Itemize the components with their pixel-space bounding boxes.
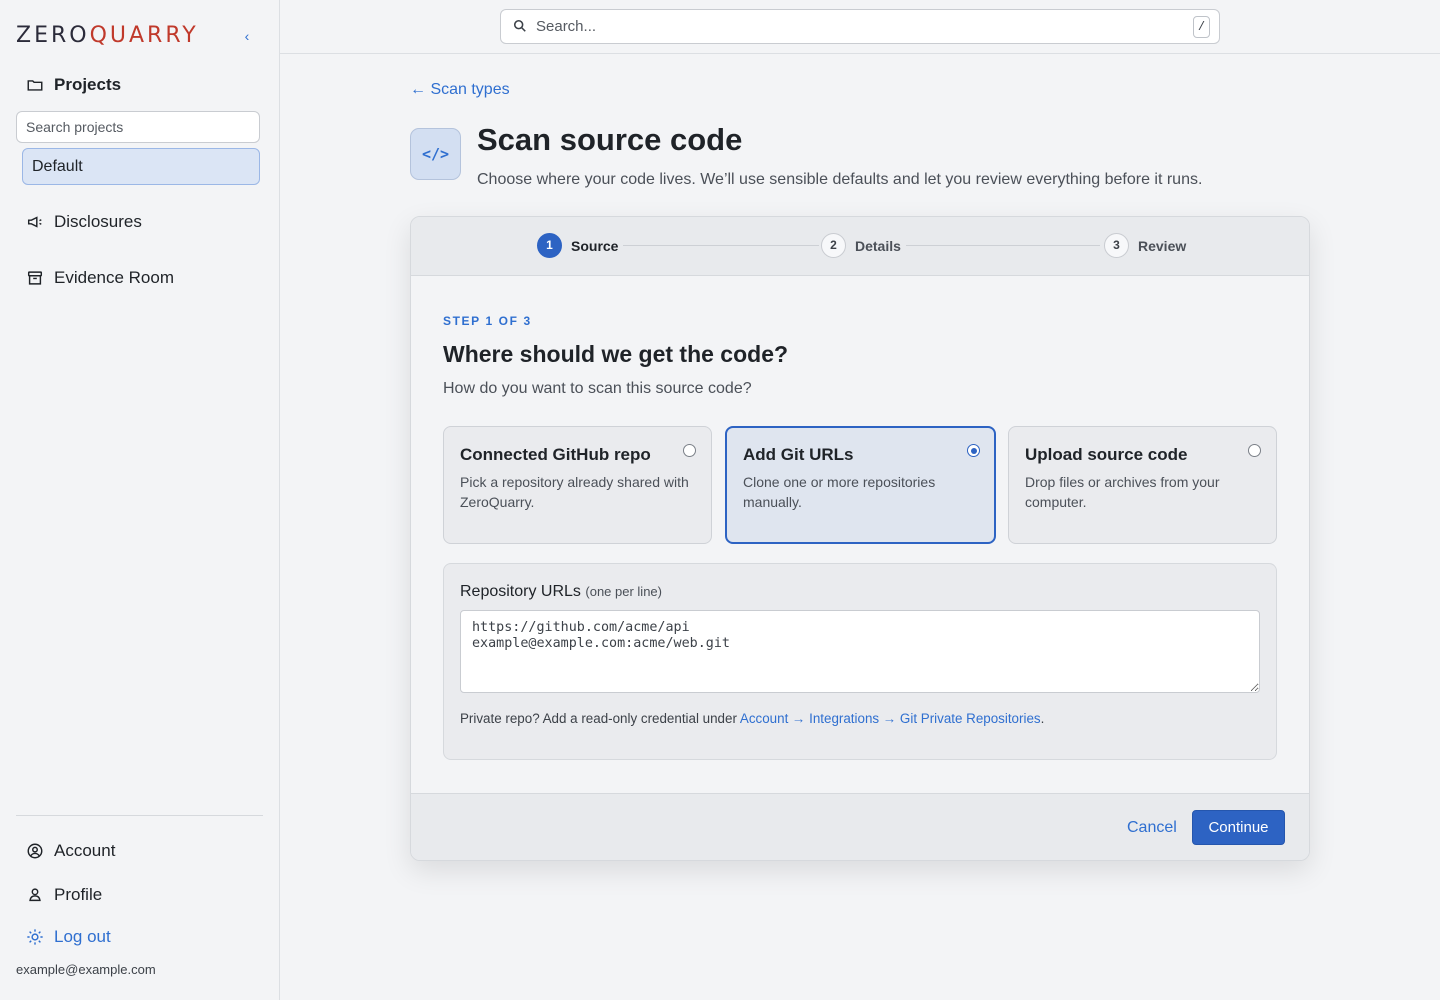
option-connected-github-repo[interactable]: Connected GitHub repo Pick a repository … [443,426,712,544]
sidebar-item-account[interactable]: Account [26,841,115,861]
step-number: 2 [821,233,846,258]
option-upload-source-code[interactable]: Upload source code Drop files or archive… [1008,426,1277,544]
scan-wizard-card: 1 Source 2 Details 3 Review STEP 1 OF 3 … [410,216,1310,861]
step-review[interactable]: 3 Review [1104,233,1186,258]
folder-icon [27,80,43,91]
sun-icon [27,929,43,945]
option-title: Upload source code [1025,445,1188,464]
option-description: Pick a repository already shared with Ze… [460,474,689,510]
logout-button[interactable]: Log out [26,927,111,947]
top-bar: / [280,0,1440,54]
page-subtitle: Choose where your code lives. We’ll use … [477,171,1203,188]
search-icon [513,19,526,32]
repository-urls-hint: (one per line) [585,584,662,599]
option-description: Drop files or archives from your compute… [1025,474,1220,510]
project-search-input[interactable] [16,111,260,143]
global-search-input[interactable] [501,10,1219,43]
step-label: Details [855,237,901,254]
wizard-stepper: 1 Source 2 Details 3 Review [411,217,1309,276]
option-radio[interactable] [683,444,696,457]
step-source[interactable]: 1 Source [537,233,618,258]
search-shortcut-key: / [1193,16,1210,38]
sidebar-item-disclosures[interactable]: Disclosures [26,212,142,232]
sidebar-item-label: Account [54,841,116,860]
option-description: Clone one or more repositories manually. [743,474,936,510]
sidebar-item-label: Disclosures [54,212,142,231]
wizard-footer: Cancel Continue [411,793,1309,860]
global-search: / [500,9,1220,44]
user-icon [29,888,41,902]
logout-label: Log out [54,927,111,946]
sidebar-item-label: Profile [54,885,103,904]
step-details[interactable]: 2 Details [821,233,901,258]
step-label: Source [571,237,619,254]
step-kicker: STEP 1 OF 3 [443,314,532,328]
user-email: example@example.com [16,962,156,977]
back-to-scan-types-link[interactable]: ← Scan types [410,81,510,99]
sidebar-item-profile[interactable]: Profile [26,885,102,905]
step-connector [623,245,819,246]
option-title: Connected GitHub repo [460,445,651,464]
git-private-repositories-link[interactable]: Account → Integrations → Git Private Rep… [740,711,1041,726]
sidebar-divider [16,815,263,816]
user-circle-icon [27,843,43,859]
option-title: Add Git URLs [743,445,854,464]
megaphone-icon [27,216,42,228]
code-icon: </> [410,128,461,180]
option-radio[interactable] [1248,444,1261,457]
step-label: Review [1138,237,1187,254]
step-title: Where should we get the code? [443,341,789,367]
step-connector [906,245,1100,246]
sidebar-item-label: Evidence Room [54,268,175,287]
projects-label: Projects [54,75,122,94]
zeroquarry-logo[interactable]: ZEROQUARRY [16,17,199,53]
project-item-default[interactable]: Default [22,148,260,185]
step-question: How do you want to scan this source code… [443,380,752,397]
private-repo-note: Private repo? Add a read-only credential… [460,711,1045,726]
collapse-sidebar-button[interactable]: ‹ [240,27,254,45]
sidebar: ZEROQUARRY ‹ Projects Default Disclosure… [0,0,280,1000]
sidebar-item-evidence-room[interactable]: Evidence Room [26,268,174,288]
page-title: Scan source code [477,122,743,157]
repository-urls-label: Repository URLs (one per line) [460,583,662,600]
step-number: 1 [537,233,562,258]
archive-box-icon [27,271,43,285]
option-radio-selected[interactable] [967,444,980,457]
step-number: 3 [1104,233,1129,258]
continue-button[interactable]: Continue [1192,810,1285,845]
option-add-git-urls[interactable]: Add Git URLs Clone one or more repositor… [725,426,996,544]
cancel-button[interactable]: Cancel [1127,819,1177,837]
repository-urls-textarea[interactable] [460,610,1260,693]
projects-heading: Projects [26,75,121,95]
repository-urls-panel: Repository URLs (one per line) Private r… [443,563,1277,760]
